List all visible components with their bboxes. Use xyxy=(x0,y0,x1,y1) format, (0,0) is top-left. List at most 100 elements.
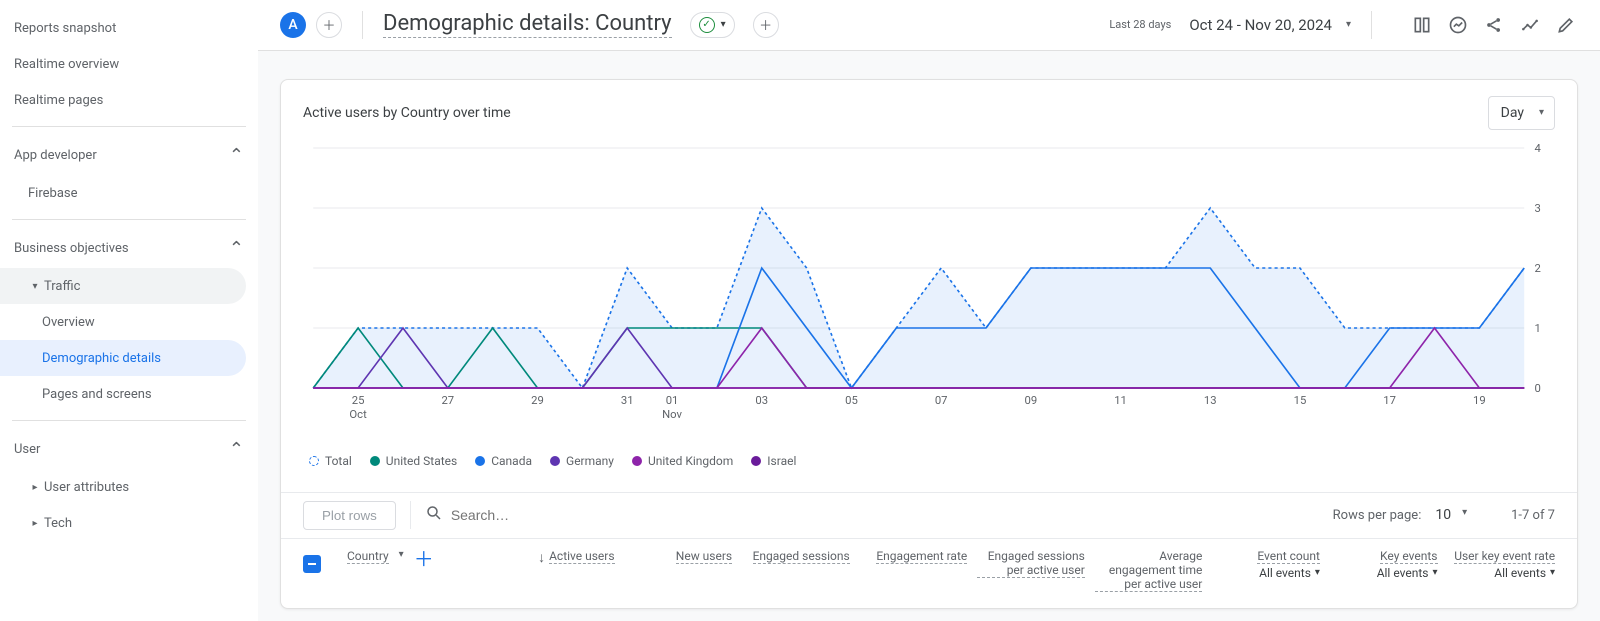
sidebar-item-label: Pages and screens xyxy=(42,387,152,402)
rows-per-page-label: Rows per page: xyxy=(1333,508,1422,523)
svg-text:0: 0 xyxy=(1534,382,1540,395)
plot-rows-button[interactable]: Plot rows xyxy=(303,501,396,530)
event-count-filter[interactable]: All events▾ xyxy=(1259,566,1320,580)
divider xyxy=(12,219,246,220)
column-new-users[interactable]: New users xyxy=(676,549,732,564)
sidebar-item-label: Traffic xyxy=(44,279,80,294)
column-avg-engagement-time[interactable]: Average engagement time per active user xyxy=(1095,549,1203,592)
chevron-down-icon[interactable]: ▾ xyxy=(399,549,404,560)
sidebar-item-realtime-overview[interactable]: Realtime overview xyxy=(0,46,246,82)
legend-item-us[interactable]: United States xyxy=(370,454,457,468)
legend-swatch xyxy=(309,456,319,466)
share-icon[interactable] xyxy=(1482,13,1506,37)
legend-item-uk[interactable]: United Kingdom xyxy=(632,454,733,468)
sidebar-group-business-objectives[interactable]: Business objectives ⌃ xyxy=(0,228,258,268)
select-all-checkbox[interactable] xyxy=(303,555,321,573)
svg-text:27: 27 xyxy=(441,394,454,407)
svg-text:29: 29 xyxy=(531,394,544,407)
sidebar-item-label: Overview xyxy=(42,315,95,330)
plus-icon: ＋ xyxy=(759,15,772,34)
legend-item-total[interactable]: Total xyxy=(309,454,352,468)
button-label: Plot rows xyxy=(322,508,377,523)
svg-text:31: 31 xyxy=(621,394,634,407)
rows-per-page-select[interactable]: 10 xyxy=(1435,507,1467,523)
legend-swatch xyxy=(632,456,642,466)
chevron-up-icon: ⌃ xyxy=(229,238,244,259)
sidebar-group-label: App developer xyxy=(14,148,229,163)
sidebar-item-tech[interactable]: ▸ Tech xyxy=(0,505,246,541)
sidebar-item-label: User attributes xyxy=(44,480,129,495)
legend-item-de[interactable]: Germany xyxy=(550,454,614,468)
sidebar-item-firebase[interactable]: Firebase xyxy=(0,175,246,211)
sidebar-item-realtime-pages[interactable]: Realtime pages xyxy=(0,82,246,118)
chevron-up-icon: ⌃ xyxy=(229,145,244,166)
sidebar-item-overview[interactable]: Overview xyxy=(0,304,246,340)
add-dimension-button[interactable]: ＋ xyxy=(414,549,434,569)
table-toolbar: Plot rows Rows per page: 10 1-7 of 7 xyxy=(281,492,1577,538)
sidebar-item-label: Tech xyxy=(44,516,72,531)
svg-text:07: 07 xyxy=(935,394,948,407)
page-header: A ＋ Demographic details: Country ✓ ▾ ＋ L… xyxy=(258,0,1600,51)
sidebar-item-reports-snapshot[interactable]: Reports snapshot xyxy=(0,10,246,46)
chevron-up-icon: ⌃ xyxy=(229,439,244,460)
sidebar-item-user-attributes[interactable]: ▸ User attributes xyxy=(0,469,246,505)
column-event-count[interactable]: Event count xyxy=(1257,549,1320,564)
insights-icon[interactable] xyxy=(1518,13,1542,37)
legend-label: United Kingdom xyxy=(648,454,733,468)
column-engaged-sessions-per-active-user[interactable]: Engaged sessions per active user xyxy=(977,549,1085,578)
chart-legend: Total United States Canada Germany xyxy=(303,442,1555,482)
column-key-events[interactable]: Key events xyxy=(1380,549,1437,564)
legend-label: United States xyxy=(386,454,457,468)
sidebar-group-user[interactable]: User ⌃ xyxy=(0,429,258,469)
trend-circle-icon[interactable] xyxy=(1446,13,1470,37)
rows-per-page-value: 10 xyxy=(1435,507,1451,523)
search-icon xyxy=(425,504,443,526)
legend-swatch xyxy=(550,456,560,466)
edit-icon[interactable] xyxy=(1554,13,1578,37)
svg-text:4: 4 xyxy=(1534,142,1540,155)
legend-item-ca[interactable]: Canada xyxy=(475,454,532,468)
svg-text:Nov: Nov xyxy=(662,408,682,421)
column-engaged-sessions[interactable]: Engaged sessions xyxy=(753,549,850,564)
svg-text:09: 09 xyxy=(1025,394,1038,407)
column-country[interactable]: Country xyxy=(347,549,389,564)
search-input[interactable] xyxy=(451,507,651,523)
caret-right-icon: ▸ xyxy=(28,518,42,529)
svg-text:17: 17 xyxy=(1383,394,1396,407)
svg-text:1: 1 xyxy=(1534,322,1540,335)
svg-text:05: 05 xyxy=(845,394,858,407)
chevron-down-icon[interactable]: ▾ xyxy=(1346,19,1351,30)
chevron-down-icon: ▾ xyxy=(721,19,726,30)
status-pill[interactable]: ✓ ▾ xyxy=(690,12,735,38)
caret-right-icon: ▸ xyxy=(28,482,42,493)
compare-icon[interactable] xyxy=(1410,13,1434,37)
sidebar-group-app-developer[interactable]: App developer ⌃ xyxy=(0,135,258,175)
sort-desc-icon[interactable]: ↓ xyxy=(538,549,545,566)
date-range-label: Last 28 days xyxy=(1109,18,1171,31)
granularity-select[interactable]: Day xyxy=(1488,96,1555,130)
svg-text:15: 15 xyxy=(1294,394,1307,407)
sidebar-item-pages-and-screens[interactable]: Pages and screens xyxy=(0,376,246,412)
user-key-event-rate-filter[interactable]: All events▾ xyxy=(1494,566,1555,580)
legend-swatch xyxy=(751,456,761,466)
date-range-value[interactable]: Oct 24 - Nov 20, 2024 xyxy=(1189,16,1332,34)
avatar[interactable]: A xyxy=(280,12,306,38)
column-active-users[interactable]: Active users xyxy=(549,549,614,564)
sidebar-item-label: Realtime pages xyxy=(14,93,103,108)
card-title: Active users by Country over time xyxy=(303,105,1488,121)
legend-swatch xyxy=(370,456,380,466)
add-comparison-button[interactable]: ＋ xyxy=(753,12,779,38)
key-events-filter[interactable]: All events▾ xyxy=(1377,566,1438,580)
pagination-range: 1-7 of 7 xyxy=(1511,508,1555,523)
add-segment-button[interactable]: ＋ xyxy=(316,12,342,38)
report-card: Active users by Country over time Day 0 1… xyxy=(280,79,1578,609)
column-user-key-event-rate[interactable]: User key event rate xyxy=(1454,549,1555,564)
sidebar-item-label: Demographic details xyxy=(42,351,161,366)
sidebar-item-demographic-details[interactable]: Demographic details xyxy=(0,340,246,376)
sidebar-group-label: Business objectives xyxy=(14,241,229,256)
legend-item-il[interactable]: Israel xyxy=(751,454,796,468)
svg-text:13: 13 xyxy=(1204,394,1217,407)
column-engagement-rate[interactable]: Engagement rate xyxy=(876,549,967,564)
sidebar-item-traffic[interactable]: ▾ Traffic xyxy=(0,268,246,304)
divider xyxy=(1371,11,1372,39)
